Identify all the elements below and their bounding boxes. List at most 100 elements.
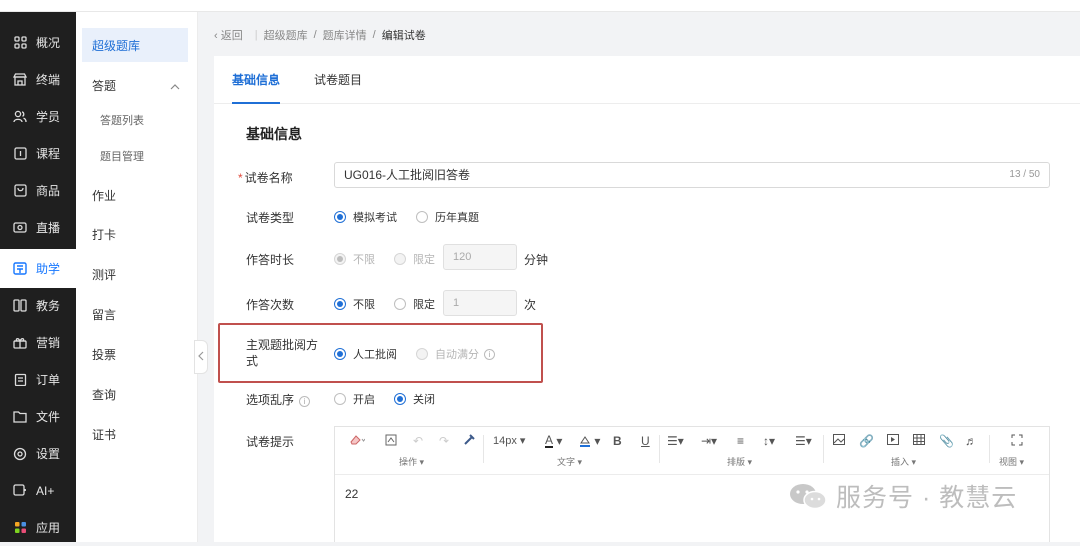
- format-painter-icon[interactable]: [385, 434, 397, 446]
- submenu-item-messages[interactable]: 留言: [82, 297, 188, 331]
- rail-item-live[interactable]: 直播: [0, 209, 76, 246]
- radio-shuffle-on[interactable]: 开启: [334, 391, 375, 407]
- back-link[interactable]: ‹ 返回: [214, 27, 249, 43]
- rail-item-marketing[interactable]: 营销: [0, 324, 76, 361]
- paragraph-icon[interactable]: ☰▾: [795, 434, 812, 448]
- top-strip: [0, 0, 1080, 12]
- attachment-icon[interactable]: 📎: [939, 434, 954, 448]
- rail-item-settings[interactable]: 设置: [0, 435, 76, 472]
- submenu-item-query[interactable]: 查询: [82, 377, 188, 411]
- bag-icon: [13, 184, 27, 198]
- radio-duration-limited[interactable]: 限定: [394, 251, 435, 267]
- rail-item-students[interactable]: 学员: [0, 98, 76, 135]
- submenu-item-question-manage[interactable]: 题目管理: [82, 139, 188, 173]
- editor-content[interactable]: 22: [345, 487, 358, 501]
- radio-attempts-unlimited[interactable]: 不限: [334, 296, 375, 312]
- submenu-item-question-bank[interactable]: 超级题库: [82, 28, 188, 62]
- rail-item-ai[interactable]: AI+: [0, 472, 76, 509]
- info-icon[interactable]: i: [299, 396, 311, 407]
- toolbar-divider: [823, 435, 824, 463]
- info-icon[interactable]: i: [484, 348, 495, 360]
- radio-duration-unlimited[interactable]: 不限: [334, 251, 375, 267]
- indent-icon[interactable]: ⇥▾: [701, 434, 717, 448]
- rail-label: 营销: [36, 336, 61, 350]
- align-icon[interactable]: ☰▾: [667, 434, 684, 448]
- radio-shuffle-off[interactable]: 关闭: [394, 391, 435, 407]
- rail-item-files[interactable]: 文件: [0, 398, 76, 435]
- paper-name-value: UG016-人工批阅旧答卷: [344, 168, 471, 182]
- toolbar-divider: [483, 435, 484, 463]
- radio-label: 关闭: [413, 394, 435, 406]
- radio-mock-exam[interactable]: 模拟考试: [334, 209, 397, 225]
- underline-button[interactable]: U: [641, 434, 650, 448]
- bold-button[interactable]: B: [613, 434, 622, 448]
- submenu-item-checkin[interactable]: 打卡: [82, 217, 188, 251]
- toolbar-group-text[interactable]: 文字 ▾: [557, 455, 582, 468]
- table-icon[interactable]: [913, 434, 925, 445]
- tab-basic-info[interactable]: 基础信息: [232, 56, 281, 104]
- rail-item-apps[interactable]: 应用: [0, 509, 76, 546]
- list-icon[interactable]: ≡: [737, 434, 744, 448]
- submenu-item-answering[interactable]: 答题: [82, 68, 188, 102]
- submenu-item-answer-list[interactable]: 答题列表: [82, 103, 188, 137]
- rail-item-overview[interactable]: 概况: [0, 24, 76, 61]
- radio-attempts-limited[interactable]: 限定: [394, 296, 435, 312]
- line-height-icon[interactable]: ↕▾: [763, 434, 775, 448]
- font-size-value: 14px: [493, 434, 517, 447]
- radio-dot: [334, 393, 346, 405]
- submenu-item-vote[interactable]: 投票: [82, 337, 188, 371]
- main-nav-rail: 概况 终端 学员 课程 商品 直播 助学 教务 营销 订单 文件 设置 AI+ …: [0, 12, 76, 542]
- submenu-item-certificate[interactable]: 证书: [82, 417, 188, 451]
- paper-name-label-text: 试卷名称: [244, 171, 293, 185]
- redo-icon[interactable]: ↷: [439, 434, 449, 448]
- gear-icon: [13, 447, 27, 461]
- toolbar-divider: [989, 435, 990, 463]
- radio-label: 限定: [413, 254, 435, 266]
- breadcrumb-question-bank[interactable]: 超级题库: [264, 27, 308, 43]
- rail-item-courses[interactable]: 课程: [0, 135, 76, 172]
- submenu-item-assessment[interactable]: 测评: [82, 257, 188, 291]
- rail-item-orders[interactable]: 订单: [0, 361, 76, 398]
- rail-label: 订单: [36, 373, 61, 387]
- toolbar-group-view[interactable]: 视图 ▾: [999, 455, 1024, 468]
- section-title: 基础信息: [246, 126, 302, 142]
- folder-icon: [13, 410, 27, 424]
- collapse-menu-button[interactable]: [194, 340, 208, 374]
- paper-name-input[interactable]: UG016-人工批阅旧答卷 13 / 50: [334, 162, 1050, 188]
- font-size-select[interactable]: 14px ▾: [493, 434, 525, 448]
- radio-manual-review[interactable]: 人工批阅: [334, 346, 397, 362]
- font-color-icon[interactable]: A ▾: [545, 434, 562, 448]
- tab-paper-questions[interactable]: 试卷题目: [314, 56, 362, 104]
- clear-format-icon[interactable]: [463, 434, 475, 446]
- radio-label: 不限: [353, 254, 375, 266]
- edit-paper-card: 基础信息 试卷题目 基础信息 * 试卷名称 UG016-人工批阅旧答卷 13 / …: [214, 56, 1080, 542]
- undo-icon[interactable]: ↶: [413, 434, 423, 448]
- link-icon[interactable]: 🔗: [859, 434, 874, 448]
- video-icon[interactable]: [887, 434, 899, 445]
- toolbar-group-ops[interactable]: 操作 ▾: [399, 455, 424, 468]
- paper-tip-label: 试卷提示: [246, 435, 295, 449]
- audio-icon[interactable]: ♬: [965, 434, 977, 448]
- group-label: 操作: [399, 457, 418, 467]
- duration-input[interactable]: 120: [443, 244, 517, 270]
- attempts-input[interactable]: 1: [443, 290, 517, 316]
- image-icon[interactable]: [833, 434, 845, 445]
- breadcrumb-bank-detail[interactable]: 题库详情: [323, 27, 367, 43]
- radio-past-exam[interactable]: 历年真题: [416, 209, 479, 225]
- radio-label: 限定: [413, 299, 435, 311]
- submenu-item-homework[interactable]: 作业: [82, 178, 188, 212]
- toolbar-group-insert[interactable]: 插入 ▾: [891, 455, 916, 468]
- rail-item-goods[interactable]: 商品: [0, 172, 76, 209]
- rail-label: AI+: [36, 483, 55, 498]
- toolbar-group-layout[interactable]: 排版 ▾: [727, 455, 752, 468]
- secondary-menu: 超级题库 答题 答题列表 题目管理 作业 打卡 测评 留言 投票 查询 证书: [76, 12, 198, 542]
- highlight-color-icon[interactable]: ▾: [579, 434, 600, 448]
- rail-label: 助学: [36, 262, 61, 276]
- rail-item-terminal[interactable]: 终端: [0, 61, 76, 98]
- radio-auto-full-score[interactable]: 自动满分 i: [416, 346, 495, 362]
- eraser-icon[interactable]: [349, 434, 365, 446]
- rail-label: 课程: [36, 147, 61, 161]
- rail-item-study[interactable]: 助学: [0, 250, 76, 287]
- rail-item-academic[interactable]: 教务: [0, 287, 76, 324]
- fullscreen-icon[interactable]: [1011, 434, 1023, 446]
